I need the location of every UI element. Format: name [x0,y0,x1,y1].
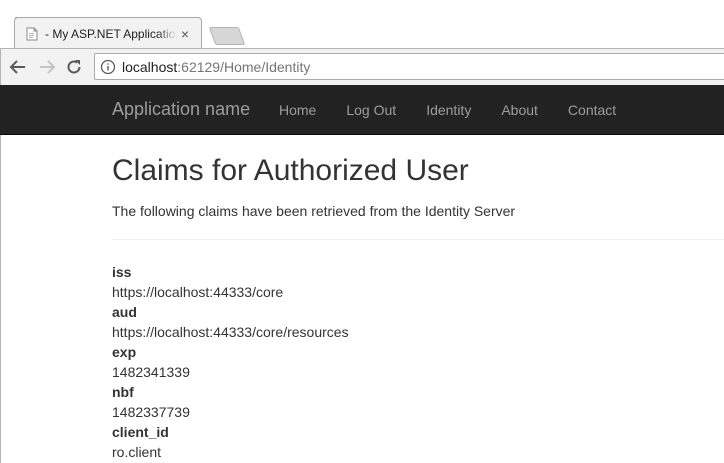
reload-button[interactable] [63,56,85,78]
claim-type: iss [112,264,132,280]
claim-value: 1482341339 [112,364,190,380]
claim-type: exp [112,344,137,360]
claim-value: https://localhost:44333/core [112,284,284,300]
nav-link-contact[interactable]: Contact [553,85,631,135]
back-button[interactable] [7,56,29,78]
page-title: Claims for Authorized User [112,154,469,187]
new-tab-button[interactable] [208,27,246,45]
browser-toolbar: localhost:62129/Home/Identity [0,48,724,86]
claim-value: 1482337739 [112,404,190,420]
nav-link-log-out[interactable]: Log Out [331,85,411,135]
claim-value: https://localhost:44333/core/resources [112,324,349,340]
divider [112,239,724,240]
main-content: Claims for Authorized User The following… [112,135,724,462]
address-bar[interactable]: localhost:62129/Home/Identity [94,53,724,80]
reload-icon [67,60,81,74]
claim-type: aud [112,304,137,320]
url-host: localhost [122,59,178,75]
page-subtitle: The following claims have been retrieved… [112,203,516,219]
url-text[interactable]: localhost:62129/Home/Identity [122,59,310,75]
site-navbar: Application name Home Log Out Identity A… [0,85,724,135]
nav-link-about[interactable]: About [486,85,553,135]
url-path: :62129/Home/Identity [177,59,311,75]
claim-value: ro.client [112,444,162,460]
forward-arrow-icon [40,60,56,74]
back-arrow-icon [9,60,25,74]
browser-tab[interactable]: - My ASP.NET Application × [14,17,202,49]
browser-tab-strip: - My ASP.NET Application × [0,0,724,49]
page-favicon-icon [26,27,38,41]
brand-link[interactable]: Application name [112,99,250,120]
claim-type: client_id [112,424,169,440]
forward-button[interactable] [36,56,58,78]
browser-tab-content: - My ASP.NET Application × [25,24,193,44]
nav-links: Home Log Out Identity About Contact [264,85,631,135]
claims-list: iss https://localhost:44333/core aud htt… [112,262,724,462]
info-icon[interactable] [100,59,116,75]
browser-tab-title: - My ASP.NET Application [45,27,177,41]
nav-link-home[interactable]: Home [264,85,331,135]
nav-link-identity[interactable]: Identity [411,85,486,135]
claim-type: nbf [112,384,134,400]
tab-close-icon[interactable]: × [177,26,193,42]
